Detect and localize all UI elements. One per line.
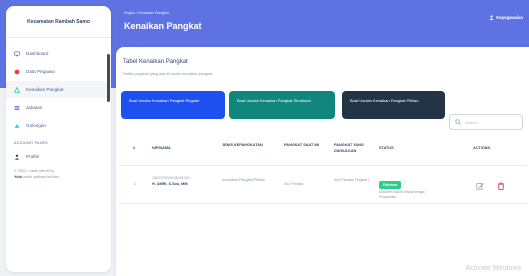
table-row: 1 196707032014091001 H. AMRI, S.Sos, MM … xyxy=(118,166,527,204)
sidebar-item-golongan[interactable]: Golongan xyxy=(6,117,111,134)
list-icon xyxy=(14,105,20,110)
user-menu[interactable]: Kepegawaian xyxy=(489,15,523,20)
table-card: Tabel Kenaikan Pangkat Daftar pegawai ya… xyxy=(116,47,529,276)
sidebar-item-label: Data Pegawai xyxy=(26,69,55,74)
sidebar-item-jabatan[interactable]: Jabatan xyxy=(6,99,111,116)
footer-line-2: untuk aplikasi terbaru. xyxy=(23,175,61,179)
row-pangkat-diusulkan: III/d Penata Tingkat I xyxy=(334,178,369,182)
status-badge: Diterima xyxy=(379,181,402,189)
layers-icon xyxy=(14,123,20,128)
footer-brand[interactable]: Yolo xyxy=(14,175,22,179)
column-header-status: STATUS xyxy=(379,146,394,150)
sidebar: Kecamatan Rambah Samo Dashboard Data Peg… xyxy=(6,6,111,272)
row-number: 1 xyxy=(134,182,137,186)
row-nama-text: H. AMRI, S.Sos, MM xyxy=(152,182,188,186)
footer-line-1: © 2023, made with ♥ by xyxy=(14,169,55,173)
column-header-pangkat-saat-ini: PANGKAT SAAT INI xyxy=(284,143,320,147)
status-note: Dokumen Sudah Sesuai dengan Persyaratan xyxy=(379,190,425,199)
user-name: Kepegawaian xyxy=(496,15,523,20)
column-header-nip-nama: NIP/NAMA xyxy=(152,146,171,150)
footer-text: © 2023, made with ♥ by Yolo untuk aplika… xyxy=(6,166,111,182)
row-nip: 196707032014091001 xyxy=(152,176,191,180)
sidebar-item-profile[interactable]: Profile xyxy=(6,148,111,165)
sidebar-item-label: Jabatan xyxy=(26,105,43,110)
column-header-actions: ACTIONS xyxy=(473,146,491,150)
triangle-icon xyxy=(14,86,20,93)
activate-windows-watermark: Activate Windows xyxy=(465,265,521,272)
row-pangkat-saat-ini: III/c Penata xyxy=(284,182,304,186)
section-title: ACCOUNT PAGES xyxy=(14,141,48,145)
search-placeholder: Search xyxy=(465,119,478,125)
row-jenis: Kenaikan Pangkat Pilihan xyxy=(222,178,266,182)
search-icon xyxy=(455,119,461,125)
edit-icon[interactable] xyxy=(476,182,484,190)
table-header: # NIP/NAMA JENIS KEPANGKATAN PANGKAT SAA… xyxy=(118,132,527,166)
sidebar-item-data-pegawai[interactable]: Data Pegawai xyxy=(6,63,111,80)
card-title: Tabel Kenaikan Pangkat xyxy=(123,59,188,65)
user-circle-icon xyxy=(14,69,20,74)
sidebar-item-kenaikan-pangkat[interactable]: Kenaikan Pangkat xyxy=(6,81,111,98)
monitor-icon xyxy=(14,51,20,56)
create-reguler-button[interactable]: Buat Usulan Kenaikan Pangkat Reguler xyxy=(121,91,225,119)
row-nama: H. AMRI, S.Sos, MM xyxy=(152,182,188,188)
card-subtitle: Daftar pegawai yang ada di usulan kenaik… xyxy=(123,72,214,76)
user-icon xyxy=(489,15,494,20)
sidebar-item-label: Dashboard xyxy=(26,51,49,56)
search-input[interactable]: Search xyxy=(449,114,523,130)
sidebar-item-dashboard[interactable]: Dashboard xyxy=(6,45,111,62)
person-icon xyxy=(14,154,20,160)
column-header-pangkat-diusulkan: PANGKAT YANG DIUSULKAN xyxy=(334,143,364,153)
sidebar-item-label: Kenaikan Pangkat xyxy=(26,87,64,92)
create-struktural-button[interactable]: Buat Usulan Kenaikan Pangkat Struktural xyxy=(229,91,335,119)
brand-name[interactable]: Kecamatan Rambah Samo xyxy=(6,6,111,38)
column-header-no: # xyxy=(133,146,136,150)
column-header-jenis: JENIS KEPANGKATAN xyxy=(222,143,263,147)
sidebar-item-label: Golongan xyxy=(26,123,46,128)
create-pilihan-button[interactable]: Buat Usulan Kenaikan Pangkat Pilihan xyxy=(342,91,445,119)
trash-icon[interactable] xyxy=(497,182,505,190)
page-title: Kenaikan Pangkat xyxy=(124,21,202,31)
sidebar-scrollbar[interactable] xyxy=(107,54,110,102)
sidebar-item-label: Profile xyxy=(26,154,40,159)
breadcrumb[interactable]: Pages / Kenaikan Pangkat xyxy=(124,11,169,15)
